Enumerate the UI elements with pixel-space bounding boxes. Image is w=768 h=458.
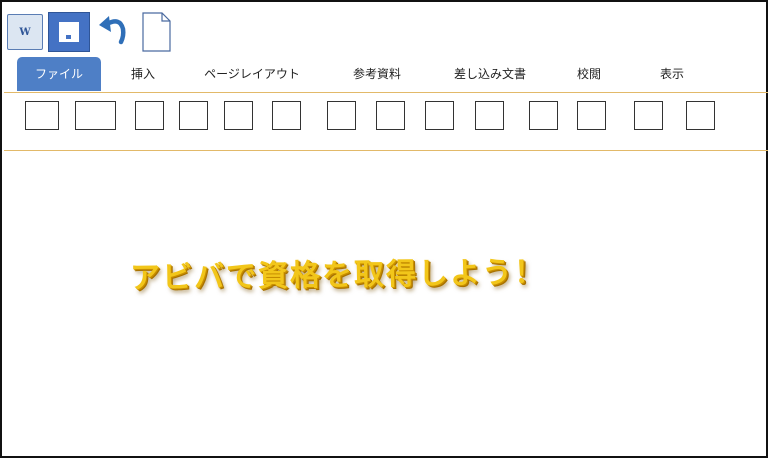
ribbon-button-2[interactable] xyxy=(75,101,116,130)
undo-button[interactable] xyxy=(96,12,134,48)
ribbon-button-14[interactable] xyxy=(686,101,715,130)
document-icon xyxy=(142,12,171,52)
ribbon-button-8[interactable] xyxy=(376,101,405,130)
ribbon-button-5[interactable] xyxy=(224,101,253,130)
tab-page-layout[interactable]: ページレイアウト xyxy=(195,57,309,91)
word-app-icon-label: W xyxy=(19,26,31,38)
ribbon-button-12[interactable] xyxy=(577,101,606,130)
app-window: W ファイル 挿入 ページレイアウト 参考資料 差し込み文書 校閲 表示 アビバ… xyxy=(0,0,768,458)
tab-view[interactable]: 表示 xyxy=(650,57,694,91)
document-headline: アビバで資格を取得しよう！ xyxy=(129,255,547,296)
tab-file[interactable]: ファイル xyxy=(17,57,101,91)
ribbon-button-9[interactable] xyxy=(425,101,454,130)
word-app-icon[interactable]: W xyxy=(7,14,43,50)
tab-review[interactable]: 校閲 xyxy=(568,57,610,91)
ribbon-button-1[interactable] xyxy=(25,101,59,130)
tab-insert[interactable]: 挿入 xyxy=(120,57,166,91)
ribbon-button-7[interactable] xyxy=(327,101,356,130)
tab-mailings[interactable]: 差し込み文書 xyxy=(445,57,535,91)
save-icon xyxy=(59,22,79,42)
tab-references[interactable]: 参考資料 xyxy=(343,57,411,91)
ribbon-button-13[interactable] xyxy=(634,101,663,130)
new-document-button[interactable] xyxy=(142,12,172,52)
ribbon-button-6[interactable] xyxy=(272,101,301,130)
ribbon-top-divider xyxy=(4,92,768,93)
ribbon-button-10[interactable] xyxy=(475,101,504,130)
ribbon-button-3[interactable] xyxy=(135,101,164,130)
ribbon-bottom-divider xyxy=(4,150,768,151)
ribbon-button-4[interactable] xyxy=(179,101,208,130)
undo-icon xyxy=(99,16,126,45)
save-button[interactable] xyxy=(48,12,90,52)
ribbon-button-11[interactable] xyxy=(529,101,558,130)
